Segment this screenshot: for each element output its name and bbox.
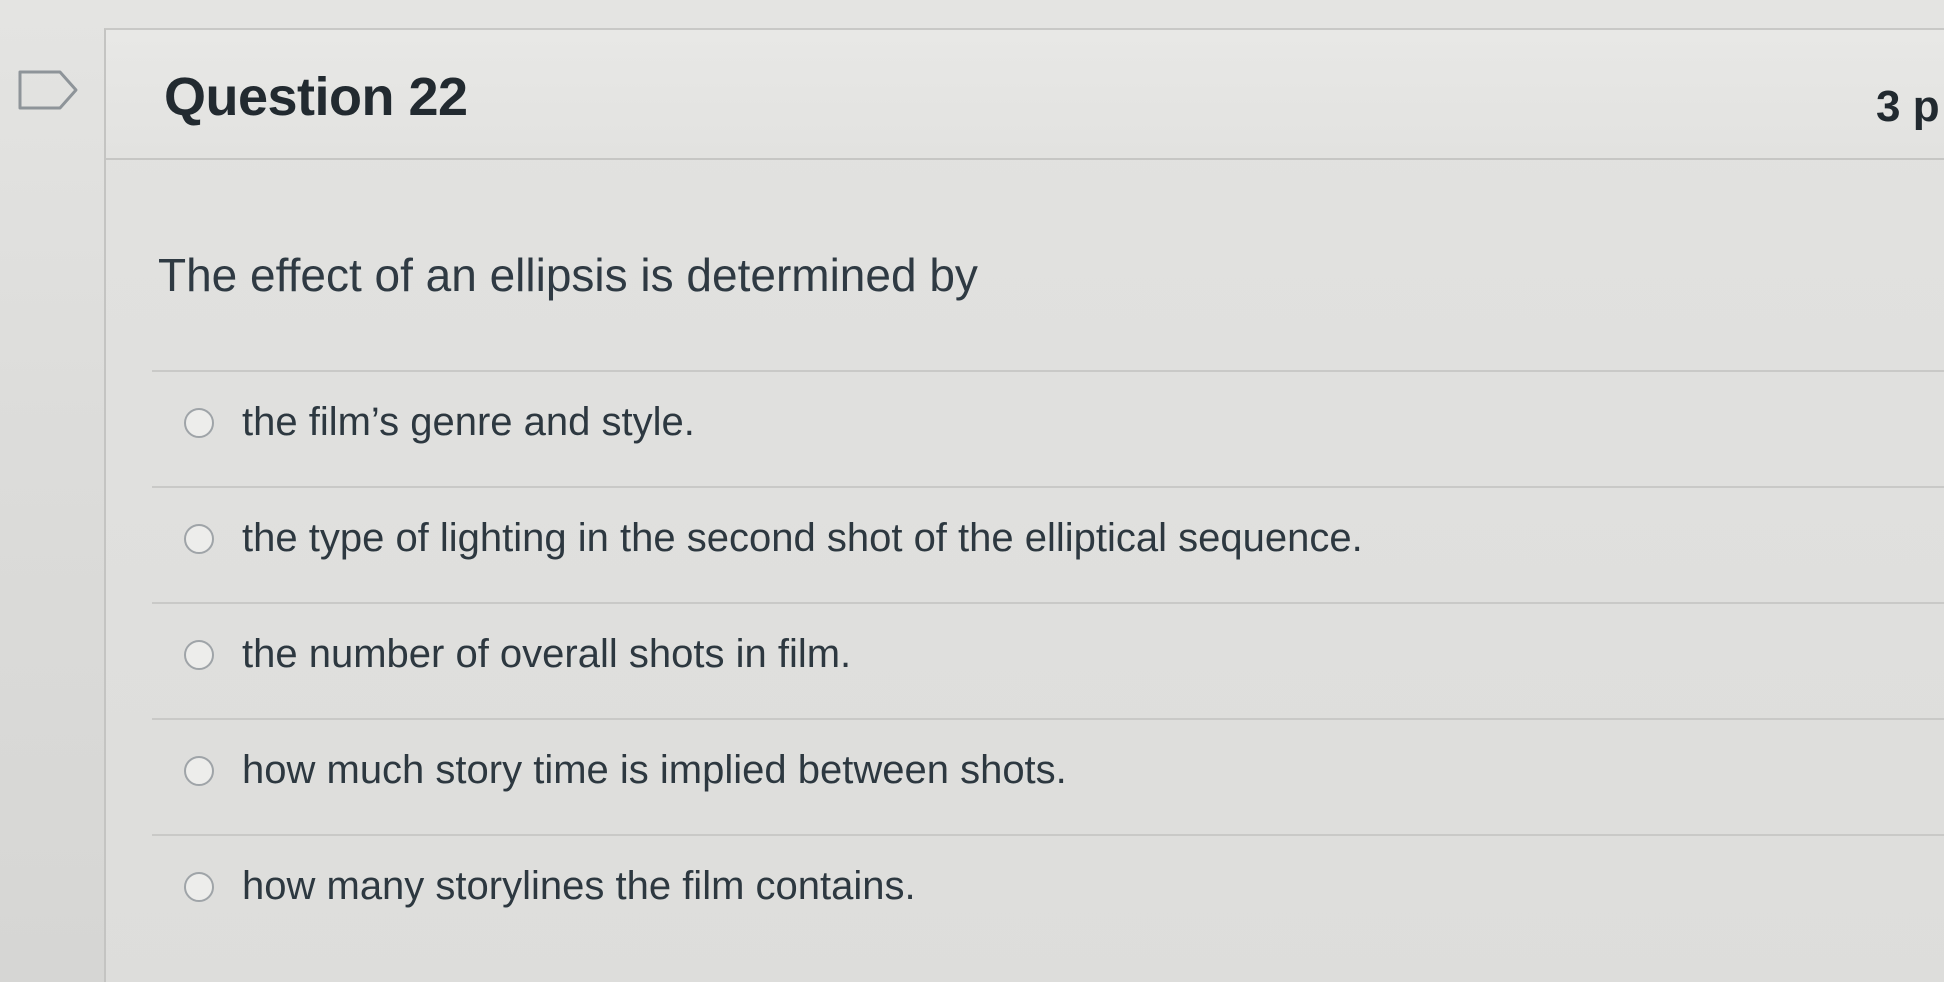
flag-question-icon[interactable]: [18, 70, 80, 110]
question-card: Question 22 3 p The effect of an ellipsi…: [104, 28, 1944, 982]
answer-label: the film’s genre and style.: [242, 400, 695, 444]
radio-button-icon[interactable]: [184, 640, 214, 670]
question-header: Question 22 3 p: [106, 30, 1944, 160]
answer-list: the film’s genre and style. the type of …: [152, 370, 1944, 950]
answer-option-2[interactable]: the type of lighting in the second shot …: [152, 486, 1944, 602]
question-prompt: The effect of an ellipsis is determined …: [158, 249, 978, 301]
answer-option-3[interactable]: the number of overall shots in film.: [152, 602, 1944, 718]
answer-label: how many storylines the film contains.: [242, 864, 916, 908]
answer-option-4[interactable]: how much story time is implied between s…: [152, 718, 1944, 834]
radio-button-icon[interactable]: [184, 408, 214, 438]
radio-button-icon[interactable]: [184, 524, 214, 554]
question-title: Question 22: [164, 67, 468, 127]
answer-label: how much story time is implied between s…: [242, 748, 1067, 792]
answer-label: the number of overall shots in film.: [242, 632, 852, 676]
radio-button-icon[interactable]: [184, 872, 214, 902]
radio-button-icon[interactable]: [184, 756, 214, 786]
answer-option-1[interactable]: the film’s genre and style.: [152, 370, 1944, 486]
quiz-page: Question 22 3 p The effect of an ellipsi…: [0, 0, 1944, 982]
answer-option-5[interactable]: how many storylines the film contains.: [152, 834, 1944, 950]
answer-label: the type of lighting in the second shot …: [242, 516, 1363, 560]
question-points: 3 p: [1876, 82, 1940, 131]
